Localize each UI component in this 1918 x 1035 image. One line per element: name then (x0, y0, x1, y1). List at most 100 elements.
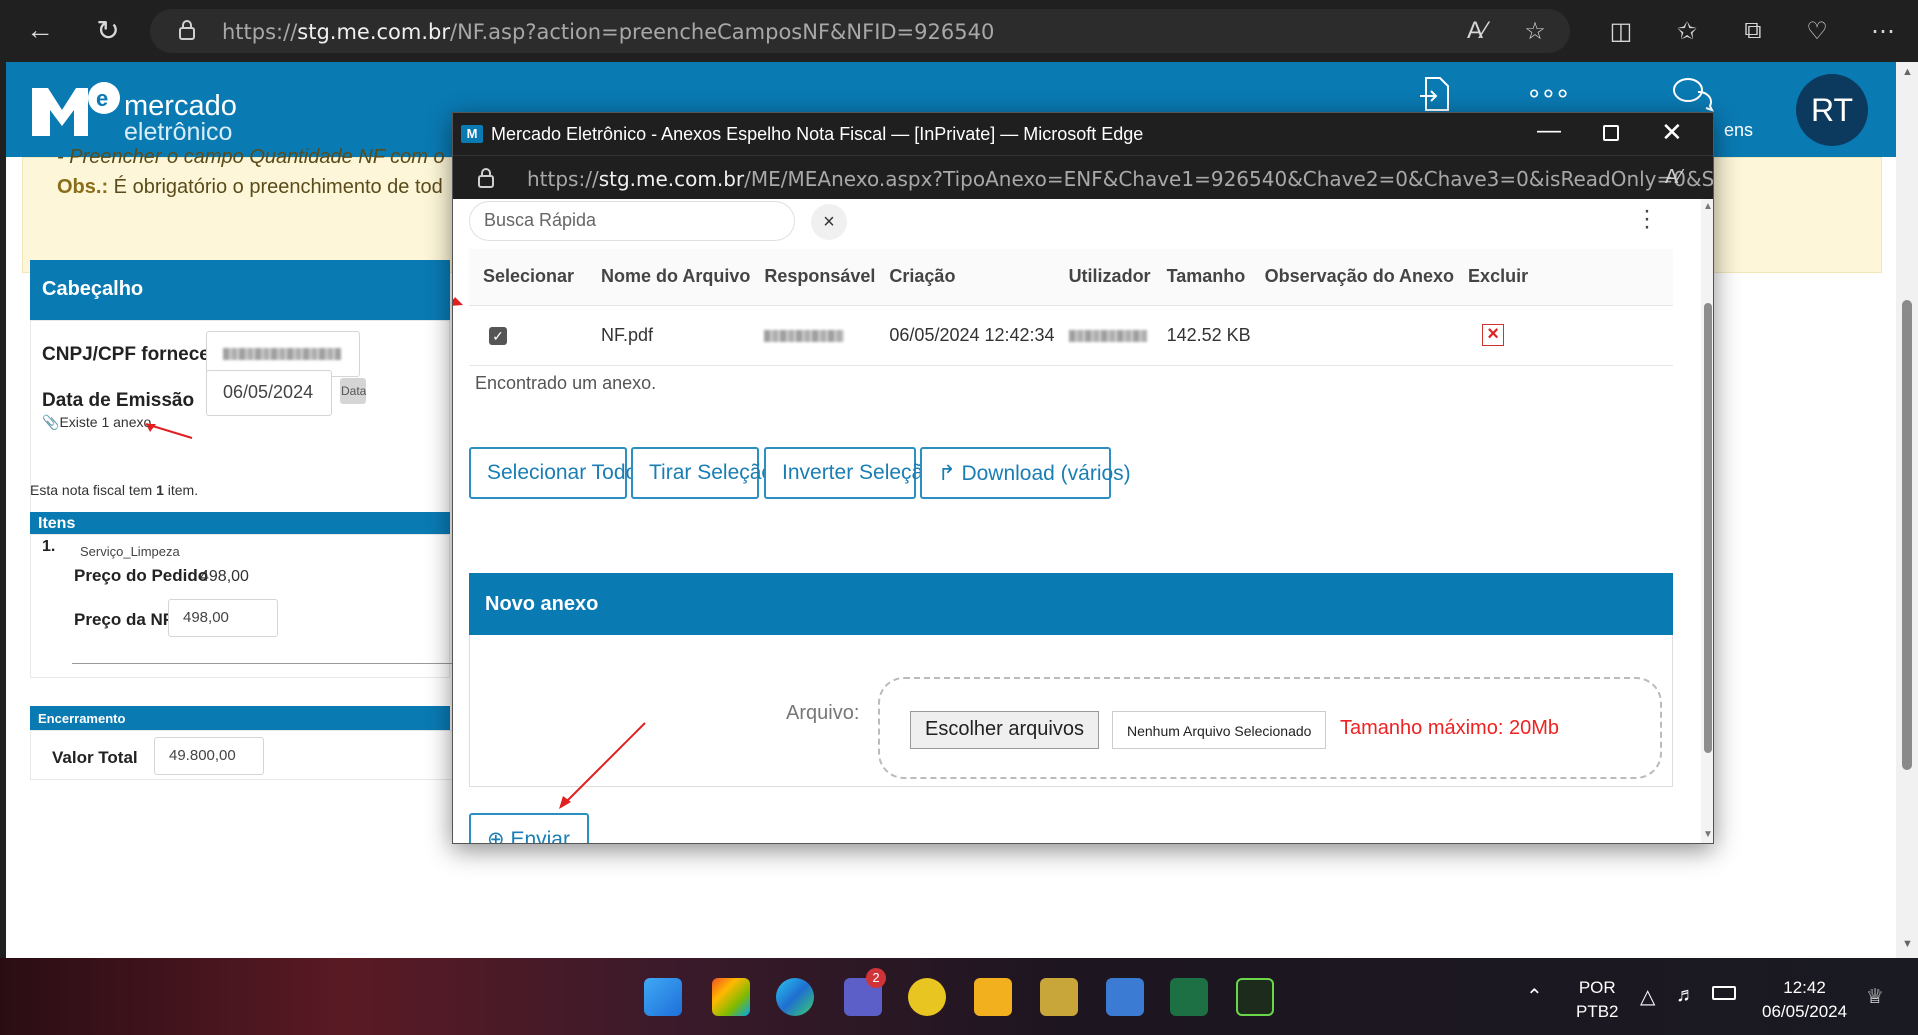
itens-header: Itens (30, 512, 450, 534)
tamanho-cell: 142.52 KB (1152, 305, 1251, 366)
max-size-text: Tamanho máximo: 20Mb (1340, 717, 1559, 739)
favorites-icon[interactable]: ✩ (1670, 14, 1704, 48)
file-explorer-icon[interactable] (974, 978, 1012, 1016)
page-scrollbar[interactable]: ▲ ▼ (1896, 62, 1918, 958)
popup-address-bar[interactable]: https://stg.me.com.br/ME/MEAnexo.aspx?Ti… (453, 155, 1714, 199)
page-scroll-up-icon[interactable]: ▲ (1902, 66, 1913, 78)
enviar-button[interactable]: ⊕ Enviar (469, 813, 589, 844)
refresh-icon[interactable]: ↻ (88, 10, 128, 50)
user-avatar[interactable]: RT (1796, 74, 1868, 146)
volume-icon[interactable]: ♬ (1676, 984, 1696, 1007)
input-language[interactable]: POR PTB2 (1576, 978, 1619, 1022)
item-number: 1. (42, 538, 56, 555)
valor-total-label: Valor Total (52, 748, 138, 767)
greenshot-icon[interactable] (1236, 978, 1274, 1016)
close-window-icon[interactable]: ✕ (1661, 117, 1683, 148)
valor-total-field[interactable]: 49.800,00 (154, 737, 264, 775)
teams-icon[interactable]: 2 (844, 968, 886, 1016)
more-options-icon[interactable]: ∘∘∘ (1526, 78, 1571, 109)
novo-anexo-header: Novo anexo (469, 573, 1673, 635)
svg-text:e: e (96, 86, 108, 111)
address-bar[interactable]: https://stg.me.com.br/NF.asp?action=pree… (150, 9, 1570, 53)
date-picker-button[interactable]: Data (340, 378, 366, 404)
annotation-arrow-anexo (145, 423, 193, 439)
popup-lock-icon (478, 168, 494, 188)
col-responsavel[interactable]: Responsável (750, 249, 876, 306)
messages-icon[interactable] (1672, 76, 1714, 112)
anexos-popup-window: M Mercado Eletrônico - Anexos Espelho No… (452, 112, 1714, 844)
escolher-arquivos-button[interactable]: Escolher arquivos (910, 711, 1099, 749)
file-drop-zone[interactable]: Escolher arquivos Nenhum Arquivo Selecio… (878, 677, 1662, 779)
export-document-icon[interactable] (1418, 76, 1452, 112)
start-windows-icon[interactable] (644, 978, 682, 1016)
split-screen-icon[interactable]: ◫ (1604, 14, 1638, 48)
popup-app-icon: M (461, 125, 483, 143)
popup-read-aloud-icon[interactable]: A⁄ (1665, 166, 1682, 189)
page-scroll-thumb[interactable] (1902, 300, 1912, 770)
battery-icon[interactable] (1712, 986, 1736, 1000)
tirar-selecao-button[interactable]: Tirar Seleção (631, 447, 773, 499)
maximize-icon[interactable] (1603, 125, 1619, 141)
office-preview-icon[interactable] (712, 978, 750, 1016)
selecionar-todos-button[interactable]: Selecionar Todos (469, 447, 648, 499)
download-varios-button[interactable]: ↱ Download (vários) (920, 447, 1131, 499)
col-nome-arquivo[interactable]: Nome do Arquivo (587, 249, 751, 306)
popup-address-text: https://stg.me.com.br/ME/MEAnexo.aspx?Ti… (527, 167, 1714, 191)
read-aloud-icon[interactable]: A⁄ (1460, 14, 1494, 48)
notepad-icon[interactable] (1106, 978, 1144, 1016)
kebab-menu-icon[interactable]: · · · (1643, 199, 1651, 239)
popup-title-bar: M Mercado Eletrônico - Anexos Espelho No… (453, 113, 1713, 155)
item-service-name: Serviço_Limpeza (80, 544, 180, 559)
select-cell: ✓ (469, 305, 587, 366)
col-criacao[interactable]: Criação (875, 249, 1055, 306)
popup-scroll-thumb[interactable] (1704, 303, 1712, 753)
file-name-cell[interactable]: NF.pdf (587, 305, 751, 366)
delete-icon[interactable]: × (1482, 324, 1505, 346)
col-excluir[interactable]: Excluir (1454, 249, 1673, 306)
itens-summary: Esta nota fiscal tem 1 item. (30, 482, 199, 498)
wifi-icon[interactable]: △ (1640, 984, 1655, 1009)
snipping-tool-icon[interactable] (1040, 978, 1078, 1016)
teams-badge: 2 (866, 968, 886, 988)
scroll-up-icon[interactable]: ▲ (1703, 201, 1713, 212)
data-emissao-field[interactable]: 06/05/2024 (206, 370, 332, 416)
item-divider (72, 663, 452, 664)
row-checkbox[interactable]: ✓ (489, 326, 507, 345)
col-tamanho[interactable]: Tamanho (1152, 249, 1251, 306)
selected-file-text: Nenhum Arquivo Selecionado (1112, 711, 1327, 749)
collections-icon[interactable]: ⧉ (1736, 14, 1770, 48)
more-menu-icon[interactable]: ⋯ (1866, 14, 1900, 48)
data-emissao-label: Data de Emissão (42, 390, 195, 411)
popup-scrollbar[interactable]: ▲ ▼ (1701, 199, 1713, 843)
anexos-table: Selecionar Nome do Arquivo Responsável C… (469, 249, 1673, 366)
excel-icon[interactable] (1170, 978, 1208, 1016)
notification-bell-icon[interactable]: ♕ (1866, 984, 1884, 1009)
col-selecionar[interactable]: Selecionar (469, 249, 587, 306)
edge-browser-icon[interactable] (776, 978, 814, 1016)
chatgpt-icon[interactable] (908, 978, 946, 1016)
messages-label[interactable]: ens (1724, 120, 1753, 141)
notice-line2: Obs.: É obrigatório o preenchimento de t… (57, 176, 443, 198)
minimize-icon[interactable]: — (1537, 117, 1561, 145)
cabecalho-header: Cabeçalho (30, 260, 450, 320)
favorite-star-icon[interactable]: ☆ (1518, 14, 1552, 48)
inverter-selecao-button[interactable]: Inverter Seleção (764, 447, 935, 499)
anexo-link[interactable]: 📎Existe 1 anexo (42, 414, 151, 431)
clear-search-icon[interactable]: × (811, 204, 847, 240)
back-icon[interactable]: ← (20, 10, 60, 50)
address-text: https://stg.me.com.br/NF.asp?action=pree… (222, 20, 995, 44)
mercado-eletronico-logo-icon: e (32, 82, 120, 136)
preco-pedido-value: 498,00 (200, 568, 249, 585)
plus-circle-icon: ⊕ (487, 828, 511, 844)
tray-chevron-up-icon[interactable]: ⌃ (1526, 984, 1543, 1009)
preco-nf-field[interactable]: 498,00 (168, 599, 278, 637)
browser-essentials-icon[interactable]: ♡ (1800, 14, 1834, 48)
clock[interactable]: 12:42 06/05/2024 (1762, 978, 1847, 1022)
found-count-text: Encontrado um anexo. (475, 373, 657, 393)
page-scroll-down-icon[interactable]: ▼ (1902, 938, 1913, 950)
col-observacao[interactable]: Observação do Anexo (1250, 249, 1455, 306)
scroll-down-icon[interactable]: ▼ (1703, 829, 1713, 840)
col-utilizador[interactable]: Utilizador (1054, 249, 1153, 306)
busca-rapida-input[interactable]: Busca Rápida (469, 201, 795, 241)
utilizador-cell (1054, 305, 1153, 366)
